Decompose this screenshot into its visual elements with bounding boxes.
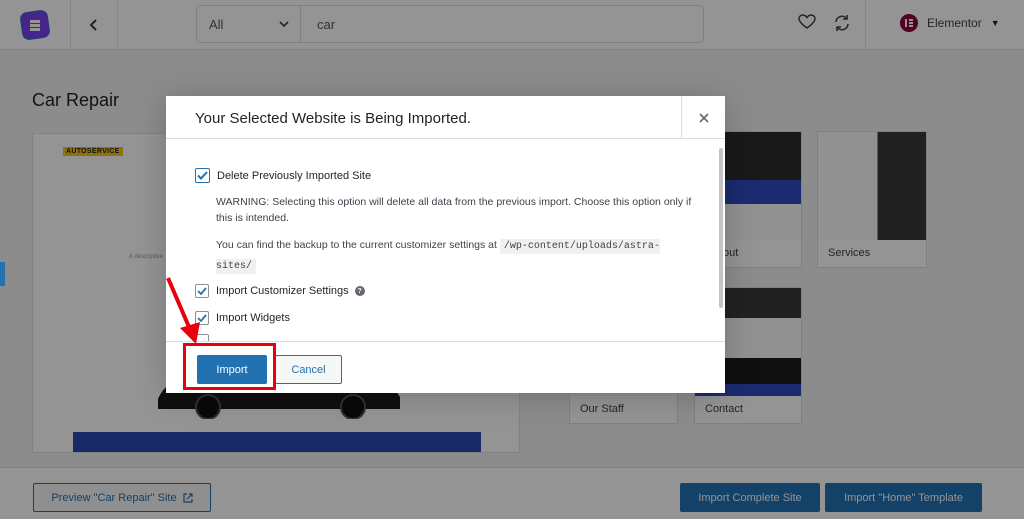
backup-text: You can find the backup to the current c… [216,239,497,251]
option-widgets[interactable]: Import Widgets [195,311,290,325]
side-tab[interactable] [0,262,5,286]
arrow-annotation-icon [166,277,200,344]
option-delete-previous-label: Delete Previously Imported Site [217,169,372,182]
close-icon [698,112,709,123]
checkmark-icon [197,171,208,180]
modal-scrollbar[interactable] [719,148,723,308]
option-customizer[interactable]: Import Customizer Settings ? [195,284,365,298]
modal-title: Your Selected Website is Being Imported. [195,110,471,127]
option-delete-previous[interactable]: Delete Previously Imported Site [195,168,371,183]
close-button[interactable] [681,96,725,139]
modal-body: Delete Previously Imported Site WARNING:… [166,140,725,341]
cancel-button[interactable]: Cancel [275,355,342,384]
warning-text: WARNING: Selecting this option will dele… [216,196,692,224]
highlight-box [183,343,276,390]
modal-header: Your Selected Website is Being Imported. [166,96,725,139]
checkbox-delete-previous[interactable] [195,168,210,183]
option-widgets-label: Import Widgets [216,312,290,324]
backup-note: You can find the backup to the current c… [216,236,696,276]
option-customizer-label: Import Customizer Settings [216,285,349,297]
help-icon[interactable]: ? [354,286,365,296]
